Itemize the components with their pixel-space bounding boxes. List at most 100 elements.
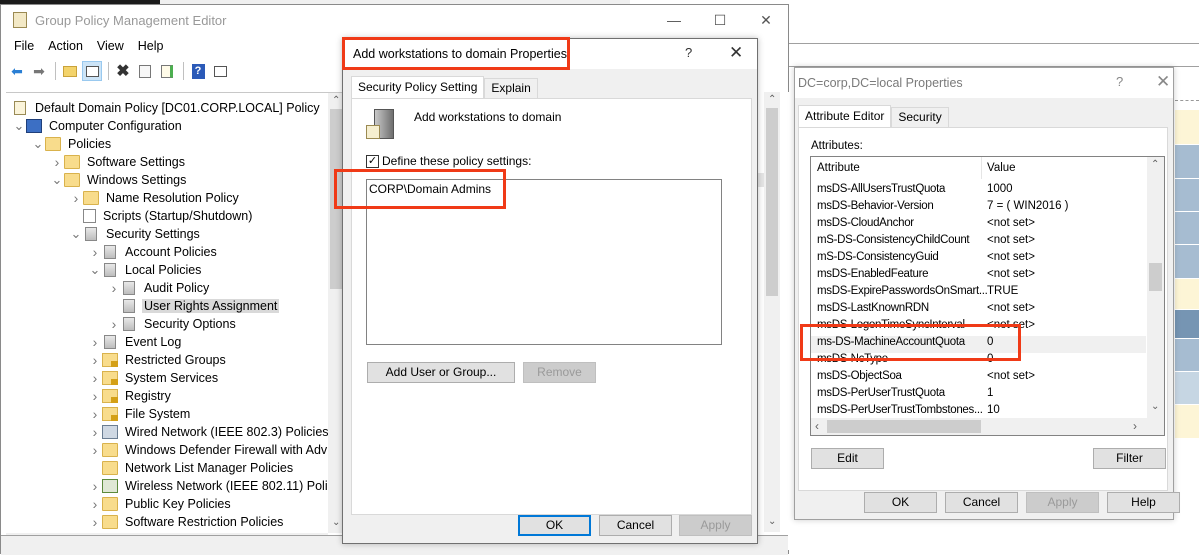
maximize-button[interactable]: ☐ [697,7,743,33]
tree-item[interactable]: Default Domain Policy [DC01.CORP.LOCAL] … [12,99,322,117]
tree-item[interactable]: › File System [88,405,192,423]
tree-item[interactable]: Network List Manager Policies [88,459,295,477]
expand-chevron-right-icon[interactable]: › [88,478,102,494]
expand-chevron-right-icon[interactable]: › [88,424,102,440]
apply-button[interactable]: Apply [679,515,752,536]
tree-item[interactable]: › Name Resolution Policy [69,189,241,207]
expand-chevron-right-icon[interactable]: › [88,496,102,512]
tree-item[interactable]: › Public Key Policies [88,495,233,513]
expand-chevron-right-icon[interactable]: › [88,334,102,350]
expand-chevron-right-icon[interactable]: › [107,280,121,296]
apply-button[interactable]: Apply [1026,492,1099,513]
help-question-icon[interactable]: ? [685,45,692,60]
dialog-close-icon[interactable]: ✕ [1156,72,1170,92]
tab-security-policy-setting[interactable]: Security Policy Setting [351,76,485,98]
column-header-value[interactable]: Value [987,157,1016,179]
attribute-row[interactable]: ms-DS-MachineAccountQuota 0 [811,336,1146,353]
forward-arrow-icon[interactable]: ➡ [29,61,49,81]
add-user-or-group-button[interactable]: Add User or Group... [367,362,515,383]
tree-item[interactable]: › Security Options [107,315,238,333]
expand-chevron-right-icon[interactable]: › [107,316,121,332]
tree-item[interactable]: › Software Settings [50,153,187,171]
help-button[interactable]: Help [1107,492,1180,513]
define-policy-checkbox[interactable]: ✓ [366,155,379,168]
attribute-row[interactable]: msDS-PerUserTrustQuota 1 [811,387,1146,404]
show-hide-action-pane-icon[interactable] [210,61,230,81]
expand-chevron-right-icon[interactable]: › [88,406,102,422]
menu-file[interactable]: File [7,39,41,53]
attribute-row[interactable]: msDS-NcType 0 [811,353,1146,370]
tab-security[interactable]: Security [891,107,949,127]
menu-view[interactable]: View [90,39,131,53]
tree-vertical-scroll-thumb[interactable] [330,109,342,289]
tree-item[interactable]: › Windows Defender Firewall with Adv [88,441,329,459]
scroll-right-icon[interactable]: › [1133,419,1137,433]
attributes-h-scroll-thumb[interactable] [827,420,981,433]
attribute-row[interactable]: msDS-Behavior-Version 7 = ( WIN2016 ) [811,200,1146,217]
attribute-row[interactable]: msDS-CloudAnchor <not set> [811,217,1146,234]
tree-item[interactable]: › Restricted Groups [88,351,228,369]
tab-explain[interactable]: Explain [484,78,538,98]
expand-chevron-right-icon[interactable]: › [88,370,102,386]
tab-attribute-editor[interactable]: Attribute Editor [798,105,892,127]
attribute-row[interactable]: msDS-LogonTimeSyncInterval <not set> [811,319,1146,336]
tree-item[interactable]: ⌄ Windows Settings [50,171,188,189]
attribute-row[interactable]: mS-DS-ConsistencyGuid <not set> [811,251,1146,268]
minimize-button[interactable]: — [651,7,697,33]
scroll-up-icon[interactable]: ⌃ [332,95,340,106]
attributes-scroll-thumb[interactable] [1149,263,1162,291]
tree-item[interactable]: › System Services [88,369,220,387]
tree-item[interactable]: ⌄ Local Policies [88,261,203,279]
tree-item[interactable]: › Account Policies [88,243,219,261]
expand-chevron-right-icon[interactable]: › [88,244,102,260]
members-listbox[interactable]: CORP\Domain Admins [366,179,722,345]
tree-item[interactable]: › Audit Policy [107,279,211,297]
scroll-up-icon[interactable]: ⌃ [1151,159,1159,170]
export-list-icon[interactable] [157,61,177,81]
cancel-button[interactable]: Cancel [599,515,672,536]
delete-icon[interactable]: ✖ [113,61,133,81]
show-hide-tree-icon[interactable] [82,61,102,81]
back-arrow-icon[interactable]: ⬅ [7,61,27,81]
help-icon[interactable]: ? [188,61,208,81]
column-header-attribute[interactable]: Attribute [817,157,860,179]
help-question-icon[interactable]: ? [1116,74,1123,89]
expand-chevron-down-icon[interactable]: ⌄ [31,136,45,152]
details-scroll-thumb[interactable] [766,108,778,296]
attribute-row[interactable]: mS-DS-ConsistencyChildCount <not set> [811,234,1146,251]
tree-item[interactable]: Scripts (Startup/Shutdown) [69,207,254,225]
attribute-row[interactable]: msDS-ObjectSoa <not set> [811,370,1146,387]
expand-chevron-right-icon[interactable]: › [88,442,102,458]
menu-action[interactable]: Action [41,39,90,53]
dialog-close-icon[interactable]: ✕ [729,43,743,63]
attributes-horizontal-scrollbar[interactable]: ‹ › [811,418,1164,435]
scroll-down-icon[interactable]: ⌄ [332,517,340,528]
tree-item[interactable]: › Event Log [88,333,183,351]
scroll-down-icon[interactable]: ⌄ [768,516,776,527]
expand-chevron-down-icon[interactable]: ⌄ [69,226,83,242]
details-vertical-scrollbar[interactable]: ⌃ ⌄ [764,92,780,532]
cancel-button[interactable]: Cancel [945,492,1018,513]
expand-chevron-right-icon[interactable]: › [88,352,102,368]
attribute-row[interactable]: msDS-EnabledFeature <not set> [811,268,1146,285]
up-folder-icon[interactable] [60,61,80,81]
scroll-down-icon[interactable]: ⌄ [1151,401,1159,412]
tree-item[interactable]: ⌄ Security Settings [69,225,202,243]
expand-chevron-down-icon[interactable]: ⌄ [12,118,26,134]
ok-button[interactable]: OK [864,492,937,513]
expand-chevron-right-icon[interactable]: › [88,388,102,404]
column-divider[interactable] [981,157,982,179]
properties-icon[interactable] [135,61,155,81]
expand-chevron-down-icon[interactable]: ⌄ [50,172,64,188]
edit-button[interactable]: Edit [811,448,884,469]
ok-button[interactable]: OK [518,515,591,536]
filter-button[interactable]: Filter [1093,448,1166,469]
close-button[interactable]: ✕ [743,7,789,33]
tree-item[interactable]: › Registry [88,387,173,405]
remove-button[interactable]: Remove [523,362,596,383]
attribute-row[interactable]: msDS-LastKnownRDN <not set> [811,302,1146,319]
expand-chevron-right-icon[interactable]: › [88,514,102,530]
scroll-left-icon[interactable]: ‹ [815,419,819,433]
expand-chevron-down-icon[interactable]: ⌄ [88,262,102,278]
attribute-row[interactable]: msDS-ExpirePasswordsOnSmart... TRUE [811,285,1146,302]
